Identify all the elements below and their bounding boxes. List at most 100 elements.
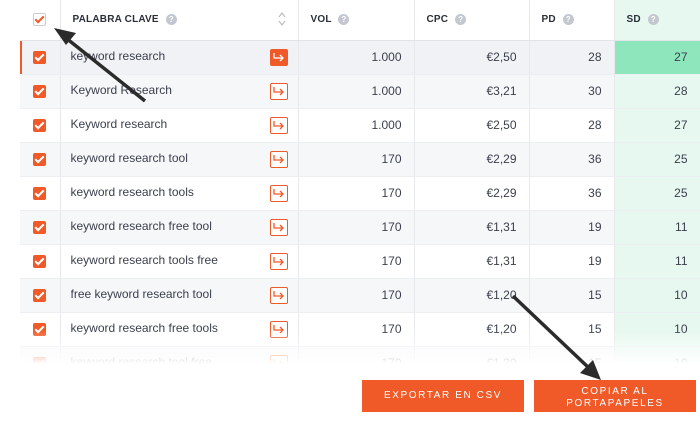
row-checkbox-cell <box>20 346 61 366</box>
row-checkbox-cell <box>20 244 61 279</box>
table-row[interactable]: Keyword Research 1.000 €3,21 30 28 <box>20 74 700 109</box>
cpc-cell: €2,29 <box>414 176 530 211</box>
cpc-cell: €1,20 <box>414 278 530 313</box>
cpc-cell: €3,21 <box>414 74 530 109</box>
row-checkbox[interactable] <box>33 51 47 65</box>
keyword-cell: keyword research tool free <box>60 346 299 366</box>
keyword-cell: Keyword Research <box>60 74 299 109</box>
row-checkbox-cell <box>20 40 61 75</box>
help-icon[interactable]: ? <box>455 14 467 26</box>
keyword-text: keyword research tools free <box>70 252 218 267</box>
table-row[interactable]: free keyword research tool 170 €1,20 15 … <box>20 278 700 313</box>
table-header-row: PALABRA CLAVE ? VOL ? CPC ? PD ? SD ? <box>20 0 700 41</box>
open-link-icon[interactable] <box>269 252 288 270</box>
keyword-cell: free keyword research tool <box>60 278 299 313</box>
help-icon[interactable]: ? <box>562 14 574 26</box>
open-link-icon[interactable] <box>269 320 288 338</box>
column-header-keyword[interactable]: PALABRA CLAVE ? <box>60 0 299 41</box>
table-row[interactable]: keyword research free tools 170 €1,20 15… <box>20 312 700 347</box>
copy-button-line2: PORTAPAPELES <box>566 398 664 409</box>
table-row[interactable]: keyword research tool free 170 €1,20 15 … <box>20 346 700 366</box>
open-link-icon[interactable] <box>269 48 288 66</box>
vol-cell: 1.000 <box>298 74 415 109</box>
vol-cell: 170 <box>298 210 415 245</box>
open-link-icon[interactable] <box>269 82 288 100</box>
pd-cell: 15 <box>529 312 615 347</box>
row-checkbox-cell <box>20 278 61 313</box>
row-checkbox[interactable] <box>33 289 47 303</box>
column-header-pd[interactable]: PD ? <box>529 0 615 41</box>
keyword-cell: keyword research <box>60 40 299 75</box>
cpc-cell: €2,29 <box>414 142 530 177</box>
keyword-text: Keyword research <box>70 116 168 131</box>
table-row[interactable]: keyword research 1.000 €2,50 28 27 <box>20 40 700 75</box>
help-icon[interactable]: ? <box>647 14 659 26</box>
keyword-cell: keyword research tools free <box>60 244 299 279</box>
row-checkbox-cell <box>20 210 61 245</box>
help-icon[interactable]: ? <box>338 14 350 26</box>
sd-cell: 27 <box>614 108 700 143</box>
column-header-pd-label: PD <box>541 14 556 26</box>
row-checkbox[interactable] <box>33 323 47 337</box>
keyword-text: keyword research <box>70 48 166 63</box>
sd-cell: 28 <box>614 74 700 109</box>
row-checkbox[interactable] <box>33 357 47 366</box>
export-csv-button[interactable]: EXPORTAR EN CSV <box>362 380 524 412</box>
keyword-cell: Keyword research <box>60 108 299 143</box>
sort-icon[interactable] <box>278 12 286 26</box>
keyword-cell: keyword research tools <box>60 176 299 211</box>
row-checkbox[interactable] <box>33 153 47 167</box>
row-checkbox[interactable] <box>33 255 47 269</box>
help-icon[interactable]: ? <box>165 14 177 26</box>
open-link-icon[interactable] <box>269 116 288 134</box>
vol-cell: 1.000 <box>298 40 415 75</box>
column-header-sd[interactable]: SD ? <box>614 0 700 41</box>
sd-cell: 10 <box>614 278 700 313</box>
table-row[interactable]: Keyword research 1.000 €2,50 28 27 <box>20 108 700 143</box>
copy-to-clipboard-button[interactable]: COPIAR AL PORTAPAPELES <box>534 380 696 412</box>
row-checkbox-cell <box>20 142 61 177</box>
keyword-cell: keyword research tool <box>60 142 299 177</box>
keyword-table-container: PALABRA CLAVE ? VOL ? CPC ? PD ? SD ? ke… <box>20 0 700 366</box>
open-link-icon[interactable] <box>269 218 288 236</box>
table-row[interactable]: keyword research free tool 170 €1,31 19 … <box>20 210 700 245</box>
column-header-keyword-label: PALABRA CLAVE <box>72 14 159 26</box>
table-row[interactable]: keyword research tools free 170 €1,31 19… <box>20 244 700 279</box>
sd-cell: 10 <box>614 312 700 347</box>
column-header-vol[interactable]: VOL ? <box>298 0 415 41</box>
open-link-icon[interactable] <box>269 184 288 202</box>
open-link-icon[interactable] <box>269 286 288 304</box>
row-checkbox[interactable] <box>33 119 47 133</box>
vol-cell: 1.000 <box>298 108 415 143</box>
pd-cell: 28 <box>529 40 615 75</box>
vol-cell: 170 <box>298 142 415 177</box>
sd-cell: 25 <box>614 142 700 177</box>
sd-cell: 10 <box>614 346 700 366</box>
sd-cell: 27 <box>614 40 700 75</box>
row-checkbox[interactable] <box>33 221 47 235</box>
row-checkbox[interactable] <box>33 187 47 201</box>
keyword-cell: keyword research free tool <box>60 210 299 245</box>
pd-cell: 15 <box>529 346 615 366</box>
keyword-text: keyword research tool <box>70 150 188 165</box>
cpc-cell: €2,50 <box>414 40 530 75</box>
pd-cell: 15 <box>529 278 615 313</box>
row-checkbox[interactable] <box>33 85 47 99</box>
keyword-text: keyword research free tools <box>70 320 218 335</box>
table-row[interactable]: keyword research tools 170 €2,29 36 25 <box>20 176 700 211</box>
column-header-cpc[interactable]: CPC ? <box>414 0 530 41</box>
table-row[interactable]: keyword research tool 170 €2,29 36 25 <box>20 142 700 177</box>
row-checkbox-cell <box>20 176 61 211</box>
row-checkbox-cell <box>20 74 61 109</box>
cpc-cell: €2,50 <box>414 108 530 143</box>
column-header-cpc-label: CPC <box>426 14 449 26</box>
select-all-checkbox[interactable] <box>33 13 47 27</box>
open-link-icon[interactable] <box>269 150 288 168</box>
keyword-text: free keyword research tool <box>70 286 212 301</box>
open-link-icon[interactable] <box>269 354 288 366</box>
sd-cell: 25 <box>614 176 700 211</box>
cpc-cell: €1,20 <box>414 346 530 366</box>
pd-cell: 19 <box>529 244 615 279</box>
pd-cell: 19 <box>529 210 615 245</box>
vol-cell: 170 <box>298 176 415 211</box>
